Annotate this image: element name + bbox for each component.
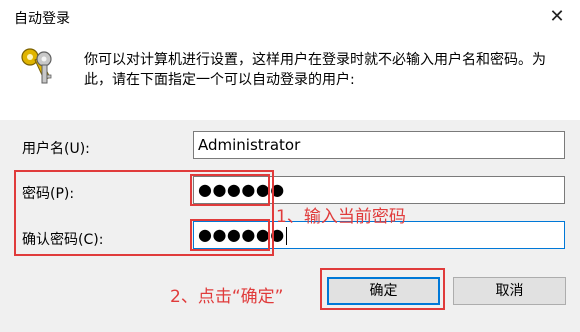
password-input[interactable]: ●●●●●● <box>193 176 565 204</box>
close-icon[interactable]: ✕ <box>534 0 580 33</box>
ok-button[interactable]: 确定 <box>327 277 440 305</box>
username-input[interactable]: Administrator <box>193 131 565 159</box>
title-bar: 自动登录 ✕ <box>0 0 580 33</box>
text-caret <box>285 226 287 245</box>
confirm-password-value: ●●●●●● <box>198 225 285 244</box>
annotation-step1: 1、输入当前密码 <box>276 207 406 227</box>
annotation-step2: 2、点击“确定” <box>170 287 284 307</box>
cancel-button[interactable]: 取消 <box>453 277 566 305</box>
description-text: 你可以对计算机进行设置，这样用户在登录时就不必输入用户名和密码。为此，请在下面指… <box>84 52 546 88</box>
username-label: 用户名(U): <box>22 141 90 157</box>
window-title: 自动登录 <box>14 11 70 27</box>
keys-icon <box>21 48 52 84</box>
confirm-password-label: 确认密码(C): <box>22 232 104 248</box>
password-label: 密码(P): <box>22 186 75 202</box>
password-value: ●●●●●● <box>198 180 285 199</box>
